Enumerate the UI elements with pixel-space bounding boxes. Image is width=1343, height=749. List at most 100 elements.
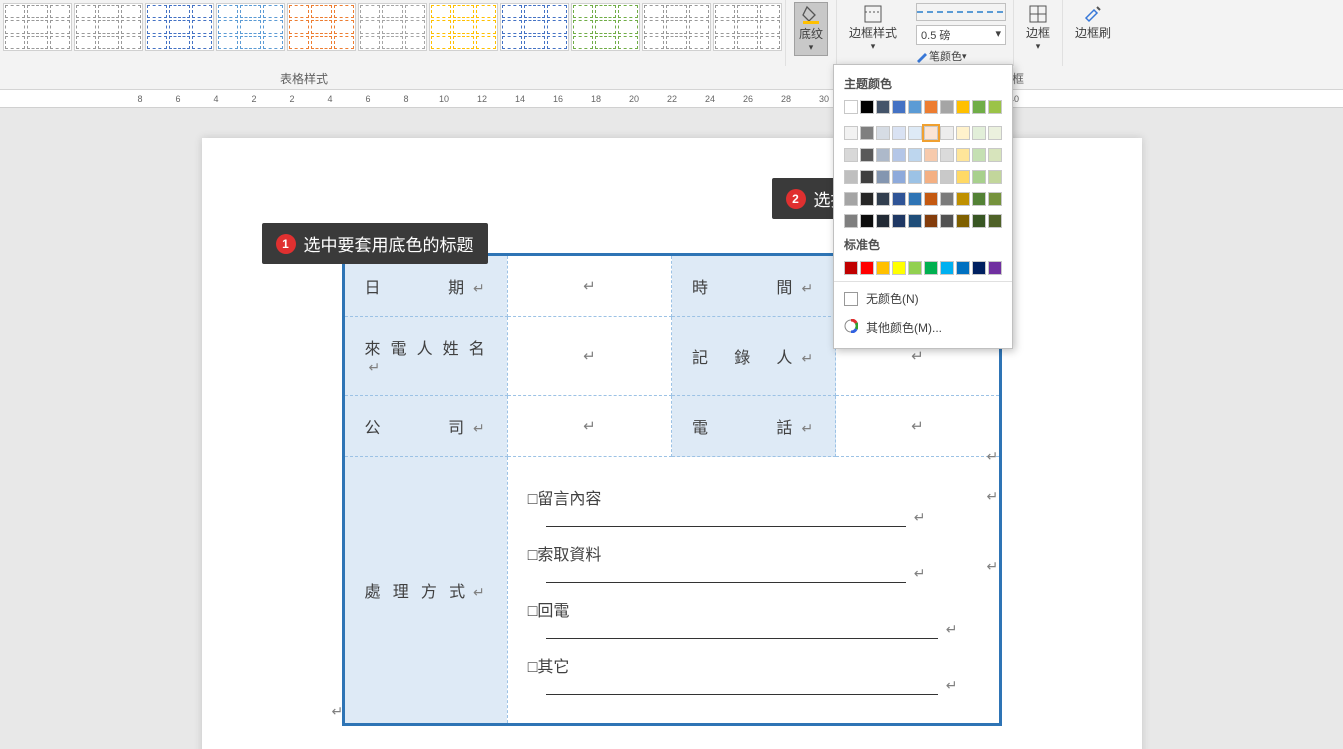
table-style-thumb[interactable] [145,3,214,51]
color-swatch[interactable] [940,126,954,140]
color-swatch[interactable] [892,192,906,206]
shading-button[interactable]: 底纹 ▾ [794,2,828,56]
color-swatch[interactable] [956,170,970,184]
color-swatch[interactable] [860,192,874,206]
color-swatch[interactable] [876,170,890,184]
color-swatch[interactable] [908,126,922,140]
color-swatch[interactable] [876,261,890,275]
color-swatch[interactable] [844,261,858,275]
color-swatch[interactable] [876,100,890,114]
color-swatch[interactable] [892,126,906,140]
border-button[interactable]: 边框 ▾ [1022,2,1054,54]
cell-label[interactable]: 來 電 人 姓 名↵ [343,317,507,396]
color-swatch[interactable] [860,214,874,228]
table-style-thumb[interactable] [571,3,640,51]
color-swatch[interactable] [972,126,986,140]
color-swatch[interactable] [860,126,874,140]
no-color-option[interactable]: 无颜色(N) [834,284,1012,313]
color-swatch[interactable] [860,100,874,114]
color-swatch[interactable] [908,148,922,162]
table-style-thumb[interactable] [287,3,356,51]
color-swatch[interactable] [908,261,922,275]
cell-label[interactable]: 時 間↵ [672,255,836,317]
pen-color-button[interactable]: 笔颜色 ▾ [915,48,1007,64]
color-swatch[interactable] [844,214,858,228]
cell-value[interactable]: ↵ [507,396,671,457]
color-swatch[interactable] [924,170,938,184]
color-swatch[interactable] [940,214,954,228]
color-swatch[interactable] [988,261,1002,275]
color-swatch[interactable] [972,170,986,184]
color-swatch[interactable] [924,214,938,228]
border-style-button[interactable]: 边框样式 ▾ [845,2,901,54]
color-swatch[interactable] [988,170,1002,184]
color-swatch[interactable] [940,148,954,162]
cell-label[interactable]: 公 司↵ [343,396,507,457]
color-swatch[interactable] [924,126,938,140]
color-swatch[interactable] [940,261,954,275]
color-swatch[interactable] [988,192,1002,206]
table-style-thumb[interactable] [216,3,285,51]
color-swatch[interactable] [876,126,890,140]
color-swatch[interactable] [844,100,858,114]
color-swatch[interactable] [844,170,858,184]
table-row[interactable]: 處 理 方 式↵ □留言內容↵ □索取資料↵ □回電↵ □其它↵ [343,457,1000,725]
color-swatch[interactable] [988,100,1002,114]
table-style-thumb[interactable] [642,3,711,51]
color-swatch[interactable] [972,261,986,275]
color-swatch[interactable] [972,100,986,114]
color-swatch[interactable] [876,192,890,206]
table-style-thumb[interactable] [500,3,569,51]
color-swatch[interactable] [972,192,986,206]
table-style-thumb[interactable] [429,3,498,51]
more-colors-option[interactable]: 其他颜色(M)... [834,313,1012,342]
color-swatch[interactable] [876,148,890,162]
cell-content[interactable]: □留言內容↵ □索取資料↵ □回電↵ □其它↵ [507,457,1000,725]
color-swatch[interactable] [908,100,922,114]
color-swatch[interactable] [924,100,938,114]
border-painter-button[interactable]: 边框刷 [1071,2,1115,43]
table-style-thumb[interactable] [358,3,427,51]
cell-label[interactable]: 處 理 方 式↵ [343,457,507,725]
color-swatch[interactable] [956,214,970,228]
cell-value[interactable]: ↵ [836,396,1000,457]
color-swatch[interactable] [860,148,874,162]
color-swatch[interactable] [876,214,890,228]
color-swatch[interactable] [940,192,954,206]
table-row[interactable]: 公 司↵ ↵ 電 話↵ ↵ [343,396,1000,457]
color-swatch[interactable] [892,148,906,162]
color-swatch[interactable] [860,170,874,184]
color-swatch[interactable] [956,192,970,206]
color-swatch[interactable] [844,148,858,162]
color-swatch[interactable] [972,148,986,162]
color-swatch[interactable] [956,148,970,162]
color-swatch[interactable] [956,261,970,275]
color-swatch[interactable] [972,214,986,228]
border-dash-selector[interactable] [916,3,1006,21]
horizontal-ruler[interactable]: 8642246810121416182022242628303234363840 [0,90,1343,108]
color-swatch[interactable] [892,100,906,114]
color-swatch[interactable] [892,214,906,228]
color-swatch[interactable] [892,261,906,275]
color-swatch[interactable] [956,126,970,140]
color-swatch[interactable] [988,214,1002,228]
color-swatch[interactable] [988,126,1002,140]
color-swatch[interactable] [940,170,954,184]
color-swatch[interactable] [956,100,970,114]
table-style-thumb[interactable] [74,3,143,51]
color-swatch[interactable] [924,148,938,162]
cell-label[interactable]: 電 話↵ [672,396,836,457]
color-swatch[interactable] [940,100,954,114]
color-swatch[interactable] [844,192,858,206]
table-style-thumb[interactable] [713,3,782,51]
cell-value[interactable]: ↵ [507,317,671,396]
table-style-gallery[interactable] [0,0,785,54]
color-swatch[interactable] [924,261,938,275]
color-swatch[interactable] [892,170,906,184]
cell-value[interactable]: ↵ [507,255,671,317]
color-swatch[interactable] [860,261,874,275]
border-weight-selector[interactable]: 0.5 磅 ▾ [916,25,1006,45]
color-swatch[interactable] [844,126,858,140]
color-swatch[interactable] [908,192,922,206]
table-style-thumb[interactable] [3,3,72,51]
